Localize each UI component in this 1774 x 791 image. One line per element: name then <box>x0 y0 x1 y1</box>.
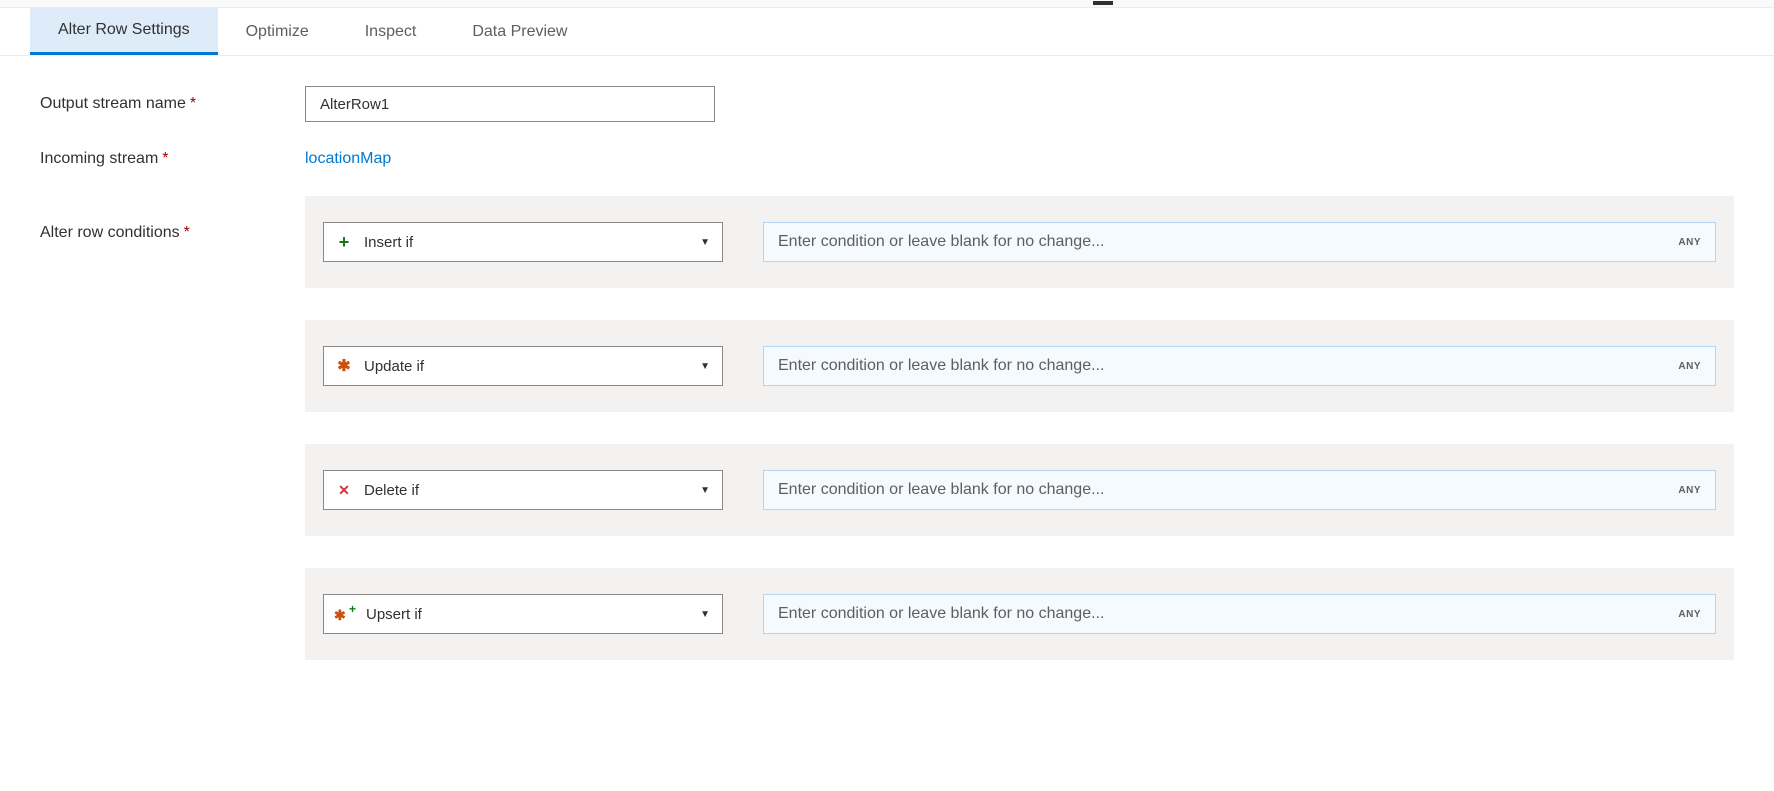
condition-type-dropdown[interactable]: ✱ Update if ▼ <box>323 346 723 386</box>
expression-type-badge: ANY <box>1678 361 1701 372</box>
incoming-stream-row: Incoming stream* locationMap <box>40 150 1734 168</box>
incoming-stream-label: Incoming stream* <box>40 150 305 168</box>
condition-expression-input[interactable]: Enter condition or leave blank for no ch… <box>763 346 1716 386</box>
conditions-list: + Insert if ▼ Enter condition or leave b… <box>305 196 1734 660</box>
panel-top-bar <box>0 0 1774 8</box>
tab-inspect[interactable]: Inspect <box>337 8 445 55</box>
expression-type-badge: ANY <box>1678 237 1701 248</box>
chevron-down-icon: ▼ <box>700 237 710 248</box>
condition-type-label: Insert if <box>364 234 413 251</box>
alter-row-conditions-row: Alter row conditions* + Insert if ▼ Ente… <box>40 196 1734 660</box>
condition-type-label: Update if <box>364 358 424 375</box>
settings-panel: Output stream name* Incoming stream* loc… <box>0 56 1774 680</box>
condition-type-dropdown[interactable]: ✕ Delete if ▼ <box>323 470 723 510</box>
expression-placeholder: Enter condition or leave blank for no ch… <box>778 481 1104 499</box>
expression-type-badge: ANY <box>1678 485 1701 496</box>
incoming-stream-link[interactable]: locationMap <box>305 150 391 168</box>
condition-block-delete: ✕ Delete if ▼ Enter condition or leave b… <box>305 444 1734 536</box>
output-stream-label: Output stream name* <box>40 95 305 113</box>
settings-tabs: Alter Row Settings Optimize Inspect Data… <box>0 8 1774 56</box>
condition-block-upsert: ✱+ Upsert if ▼ Enter condition or leave … <box>305 568 1734 660</box>
expression-type-badge: ANY <box>1678 609 1701 620</box>
chevron-down-icon: ▼ <box>700 361 710 372</box>
condition-expression-input[interactable]: Enter condition or leave blank for no ch… <box>763 470 1716 510</box>
required-asterisk-icon: * <box>184 224 190 241</box>
required-asterisk-icon: * <box>162 150 168 167</box>
tab-label: Data Preview <box>472 23 567 41</box>
condition-type-dropdown[interactable]: ✱+ Upsert if ▼ <box>323 594 723 634</box>
expression-placeholder: Enter condition or leave blank for no ch… <box>778 357 1104 375</box>
expression-placeholder: Enter condition or leave blank for no ch… <box>778 605 1104 623</box>
condition-type-label: Upsert if <box>366 606 422 623</box>
chevron-down-icon: ▼ <box>700 609 710 620</box>
chevron-down-icon: ▼ <box>700 485 710 496</box>
output-stream-row: Output stream name* <box>40 86 1734 122</box>
tab-label: Inspect <box>365 23 417 41</box>
condition-block-insert: + Insert if ▼ Enter condition or leave b… <box>305 196 1734 288</box>
condition-block-update: ✱ Update if ▼ Enter condition or leave b… <box>305 320 1734 412</box>
expression-placeholder: Enter condition or leave blank for no ch… <box>778 233 1104 251</box>
tab-alter-row-settings[interactable]: Alter Row Settings <box>30 8 218 55</box>
condition-expression-input[interactable]: Enter condition or leave blank for no ch… <box>763 222 1716 262</box>
tab-label: Optimize <box>246 23 309 41</box>
tab-data-preview[interactable]: Data Preview <box>444 8 595 55</box>
asterisk-icon: ✱ <box>336 356 352 376</box>
condition-type-dropdown[interactable]: + Insert if ▼ <box>323 222 723 262</box>
alter-row-conditions-label: Alter row conditions* <box>40 224 305 242</box>
tab-optimize[interactable]: Optimize <box>218 8 337 55</box>
upsert-icon: ✱+ <box>336 606 354 622</box>
condition-expression-input[interactable]: Enter condition or leave blank for no ch… <box>763 594 1716 634</box>
tab-label: Alter Row Settings <box>58 21 190 39</box>
drag-handle-icon[interactable] <box>1093 1 1113 5</box>
plus-icon: + <box>336 233 352 251</box>
output-stream-input[interactable] <box>305 86 715 122</box>
x-icon: ✕ <box>336 482 352 499</box>
condition-type-label: Delete if <box>364 482 419 499</box>
required-asterisk-icon: * <box>190 95 196 112</box>
